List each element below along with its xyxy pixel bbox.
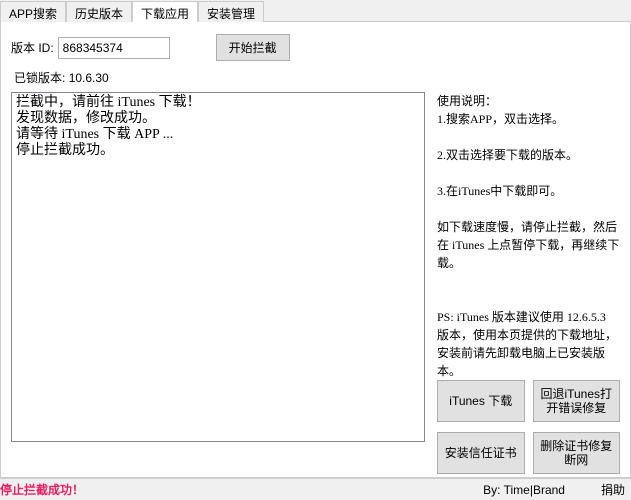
itunes-download-button[interactable]: iTunes 下载 <box>437 380 525 422</box>
instructions-text: 使用说明： 1.搜索APP，双击选择。 2.双击选择要下载的版本。 3.在iTu… <box>437 92 620 380</box>
main-row: 拦截中，请前往 iTunes 下载！ 发现数据，修改成功。 请等待 iTunes… <box>11 92 620 474</box>
rollback-fix-button[interactable]: 回退iTunes打开错误修复 <box>533 380 621 422</box>
tab-history-version[interactable]: 历史版本 <box>66 1 132 22</box>
tab-install-manage[interactable]: 安装管理 <box>198 1 264 22</box>
remove-cert-button[interactable]: 删除证书修复断网 <box>533 432 621 474</box>
tab-bar: APP搜索 历史版本 下载应用 安装管理 <box>0 0 631 22</box>
version-id-input[interactable] <box>58 37 170 59</box>
log-output[interactable]: 拦截中，请前往 iTunes 下载！ 发现数据，修改成功。 请等待 iTunes… <box>11 92 425 442</box>
locked-version-row: 已锁版本: 10.6.30 <box>14 69 620 86</box>
side-panel: 使用说明： 1.搜索APP，双击选择。 2.双击选择要下载的版本。 3.在iTu… <box>425 92 620 474</box>
start-intercept-button[interactable]: 开始拦截 <box>216 34 290 61</box>
locked-version-label: 已锁版本: <box>14 69 65 86</box>
version-id-row: 版本 ID: 开始拦截 <box>11 34 620 61</box>
status-message: 停止拦截成功！ <box>0 481 84 498</box>
tab-download-app[interactable]: 下载应用 <box>132 1 198 22</box>
locked-version-value: 10.6.30 <box>69 71 109 85</box>
tab-app-search[interactable]: APP搜索 <box>0 1 66 22</box>
status-bar: 停止拦截成功！ By: Time|Brand 捐助 <box>0 478 631 500</box>
donate-link[interactable]: 捐助 <box>601 481 625 498</box>
version-id-label: 版本 ID: <box>11 39 54 56</box>
footer-right: By: Time|Brand 捐助 <box>483 481 625 498</box>
side-buttons: iTunes 下载 回退iTunes打开错误修复 安装信任证书 删除证书修复断网 <box>437 380 620 474</box>
tab-content: 版本 ID: 开始拦截 已锁版本: 10.6.30 拦截中，请前往 iTunes… <box>0 22 631 478</box>
credit-text: By: Time|Brand <box>483 483 565 497</box>
trust-cert-button[interactable]: 安装信任证书 <box>437 432 525 474</box>
